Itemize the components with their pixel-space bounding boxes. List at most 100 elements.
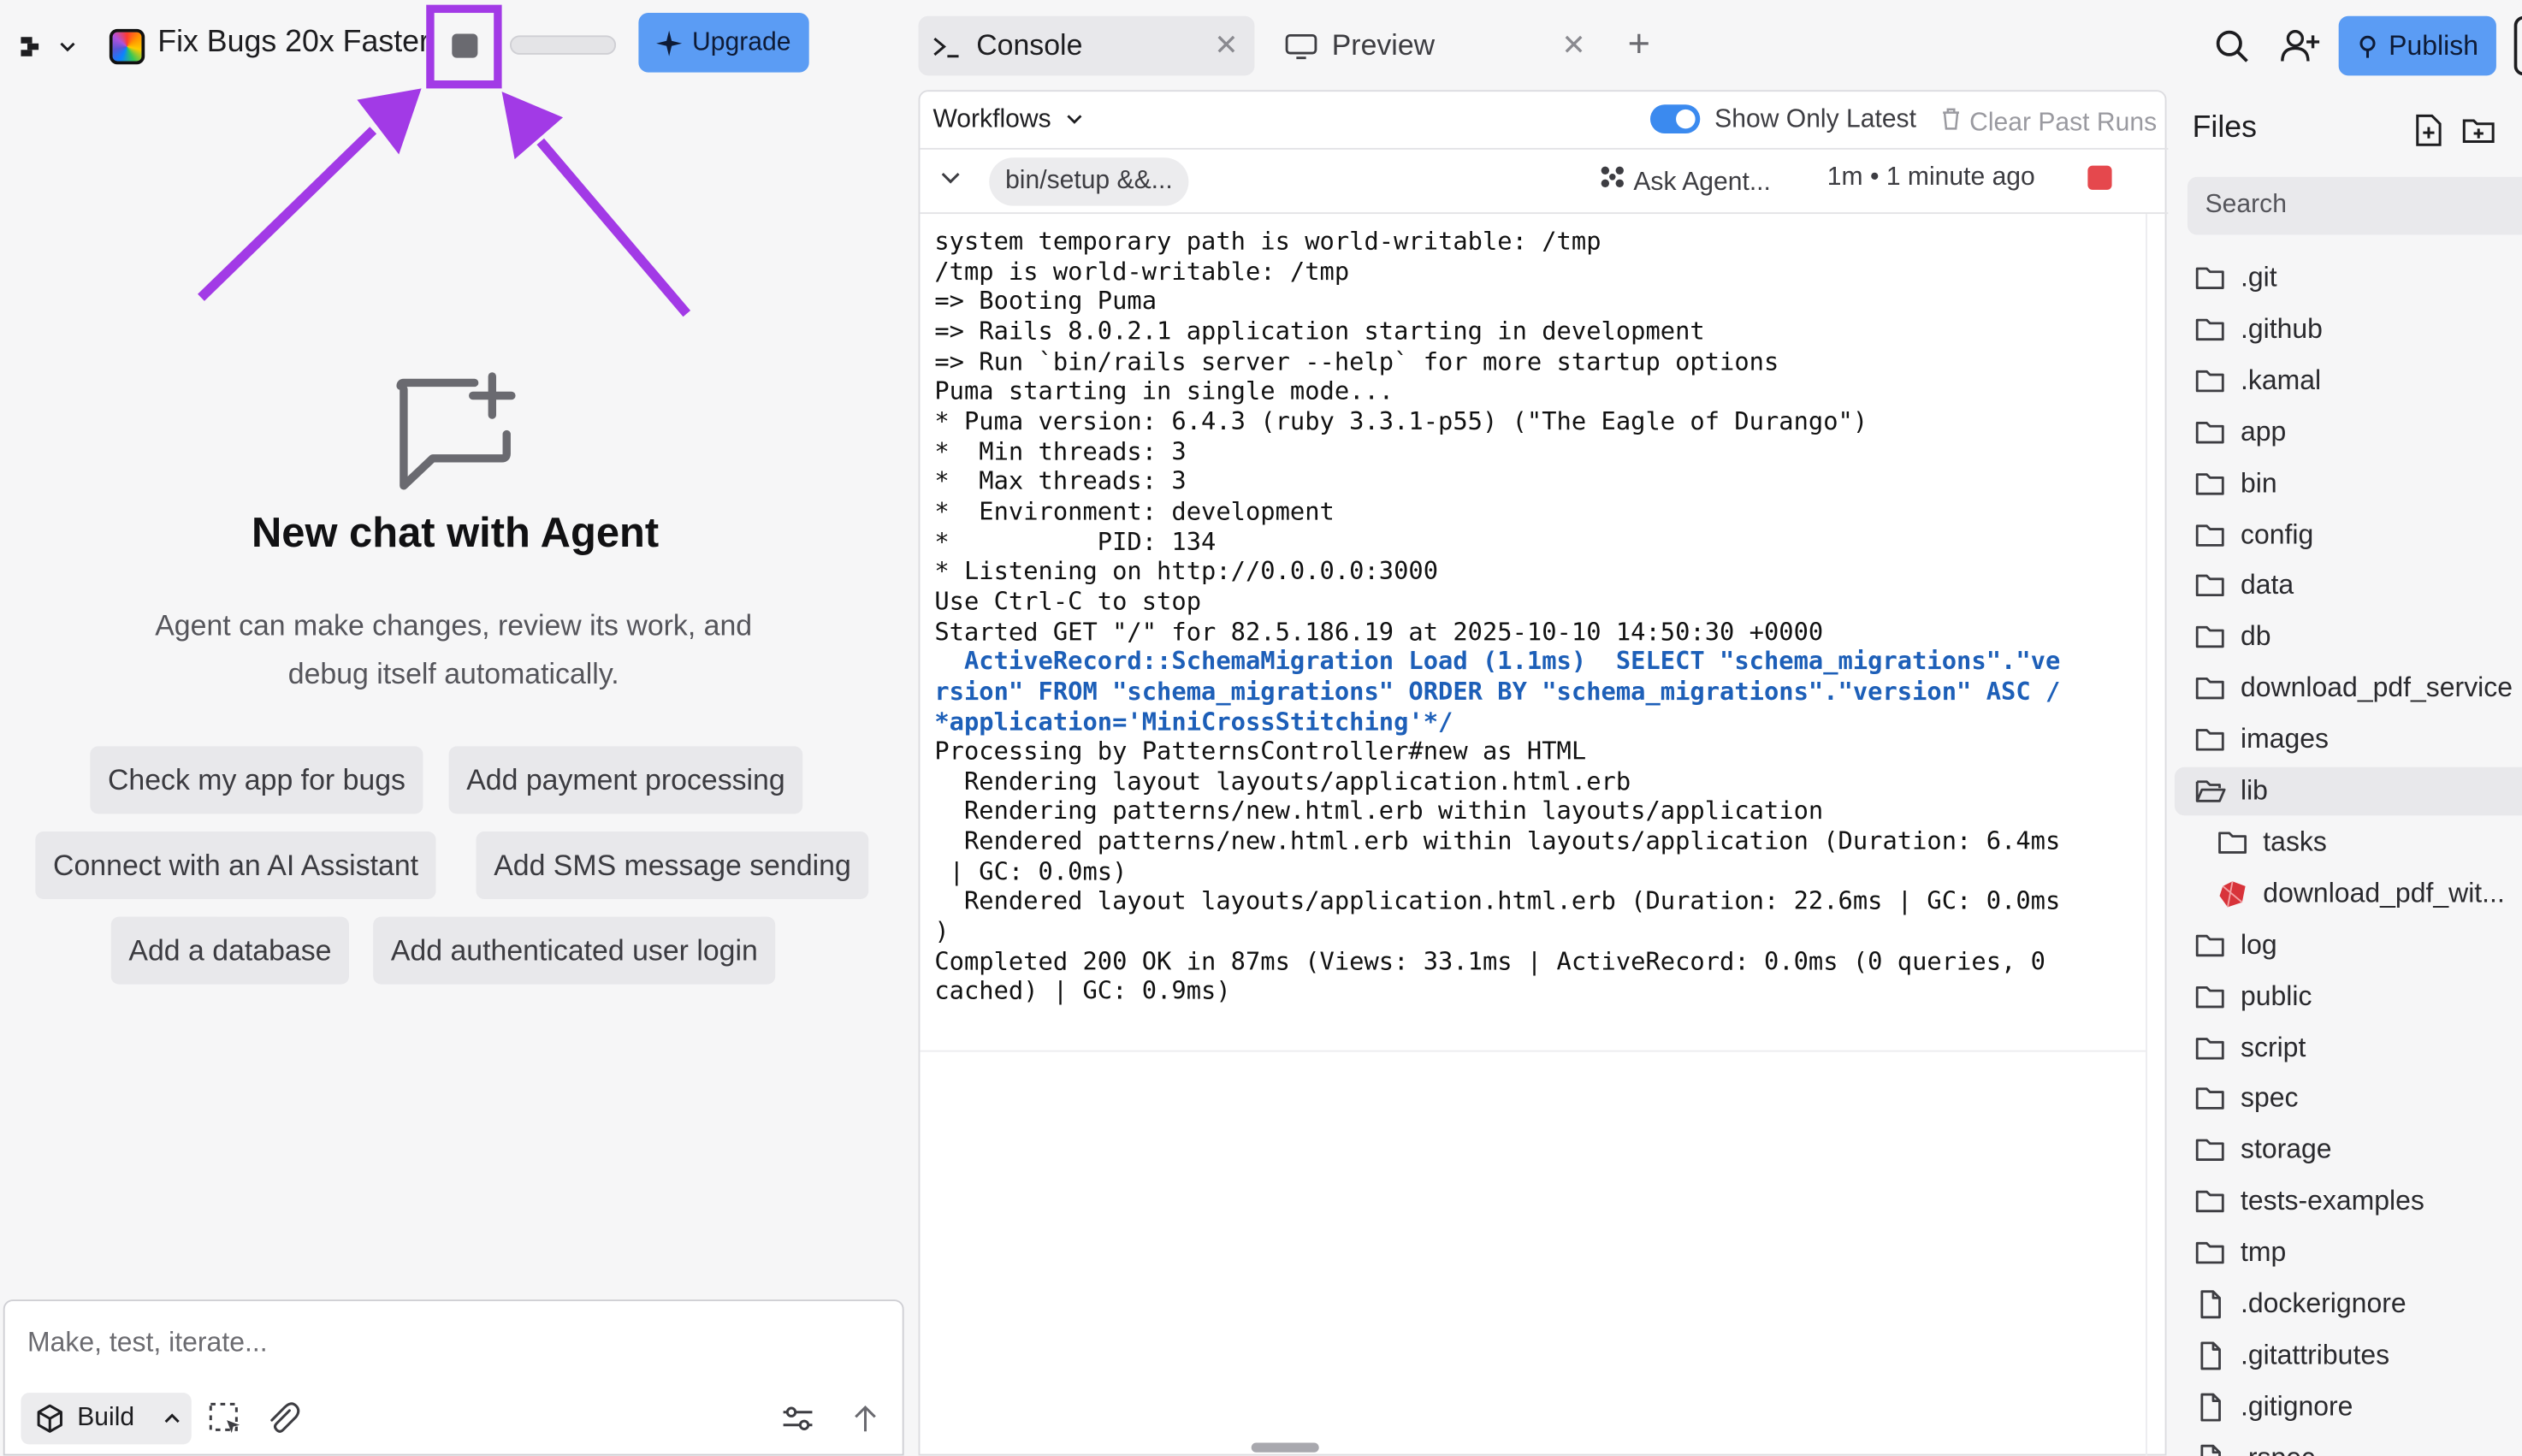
file-tree-file[interactable]: .gitignore [2193,1383,2353,1431]
file-tree-item-label: app [2240,416,2287,447]
chat-input[interactable]: Make, test, iterate... [27,1327,268,1359]
file-tree-item-label: db [2240,621,2271,652]
folder-icon [2218,832,2247,854]
suggestion-chip[interactable]: Add payment processing [448,746,803,814]
suggestion-chip[interactable]: Check my app for bugs [90,746,423,814]
file-tree-folder[interactable]: script [2193,1024,2306,1072]
file-tree-item-label: spec [2240,1083,2299,1114]
publish-icon [2359,34,2376,57]
workflows-label: Workflows [932,106,1051,134]
file-icon [2200,1290,2221,1319]
file-tree-folder[interactable]: app [2193,408,2286,456]
settings-sliders-icon[interactable] [777,1398,819,1440]
suggestion-chip[interactable]: Add SMS message sending [476,832,869,899]
log-line: * Listening on http://0.0.0.0:3000 [934,556,1439,586]
workflows-dropdown[interactable]: Workflows [932,106,1084,135]
chevron-down-icon[interactable] [939,166,962,188]
paperclip-icon[interactable] [262,1398,304,1440]
run-command[interactable]: bin/setup &&... [989,157,1189,206]
file-tree-folder[interactable]: .github [2193,305,2323,353]
ask-agent-button[interactable]: Ask Agent... [1599,164,1771,198]
file-tree-folder[interactable]: log [2193,921,2277,969]
file-icon [2200,1393,2221,1422]
tab-console[interactable]: Console ✕ [918,15,1255,76]
overflow-button[interactable] [2513,15,2522,76]
monitor-icon [1285,33,1317,59]
arrow-up-icon[interactable] [844,1398,886,1440]
app-root: Fix Bugs 20x Faster Upgrade New chat wit… [0,0,2522,1456]
chevron-down-icon [60,42,75,52]
folder-icon [2195,421,2224,443]
close-icon[interactable]: ✕ [1214,29,1238,62]
upgrade-label: Upgrade [692,27,791,56]
mode-selector-button[interactable]: Build [21,1393,192,1445]
file-icon [2200,1444,2221,1456]
add-user-icon[interactable] [2279,26,2321,68]
empty-state-description: Agent can make changes, review its work,… [155,609,753,690]
files-search-input[interactable]: Search [2187,176,2522,235]
clear-past-runs-label: Clear Past Runs [1969,109,2158,137]
log-line: | GC: 0.0ms) [934,856,1128,886]
file-tree-folder[interactable]: images [2193,716,2329,764]
file-tree-folder[interactable]: storage [2193,1127,2332,1175]
plus-icon[interactable]: + [1628,22,1650,68]
trash-icon [1943,108,1959,130]
app-icon [109,28,145,65]
folder-icon [2195,267,2224,289]
log-line: rsion" FROM "schema_migrations" ORDER BY… [934,677,2061,707]
stop-run-button[interactable] [2087,165,2112,190]
file-tree-folder[interactable]: tests-examples [2193,1178,2424,1226]
file-icon [2200,1341,2221,1370]
log-line: /tmp is world-writable: /tmp [934,257,1350,287]
replit-menu-button[interactable] [20,26,84,68]
folder-icon [2195,729,2224,751]
file-tree-folder[interactable]: download_pdf_service [2193,665,2513,713]
file-tree-folder[interactable]: bin [2193,459,2277,507]
search-icon[interactable] [2211,26,2253,68]
file-tree-item-label: download_pdf_service [2240,672,2513,703]
publish-button[interactable]: Publish [2338,15,2496,76]
clear-past-runs-button[interactable]: Clear Past Runs [1939,106,2157,139]
file-tree-file[interactable]: .dockerignore [2193,1281,2407,1329]
file-tree-folder[interactable]: .kamal [2193,357,2321,405]
suggestion-chip[interactable]: Add a database [110,916,350,985]
file-tree-file[interactable]: .rspec [2193,1434,2315,1456]
log-line: * Max threads: 3 [934,466,1187,496]
console-output: system temporary path is world-writable:… [934,227,2124,1007]
publish-label: Publish [2389,29,2478,61]
file-tree-file[interactable]: download_pdf_wit... [2217,870,2505,918]
folder-icon [2195,370,2224,392]
file-tree-folder[interactable]: lib [2174,766,2522,816]
file-tree-folder[interactable]: data [2193,562,2294,610]
show-only-latest-toggle[interactable] [1649,104,1701,134]
file-tree-file[interactable]: .gitattributes [2193,1332,2389,1380]
folder-icon [2195,626,2224,648]
mode-label: Build [77,1404,135,1432]
stop-icon[interactable] [452,33,478,58]
file-tree-folder[interactable]: tmp [2193,1229,2286,1277]
file-tree-folder[interactable]: .git [2193,254,2277,302]
file-tree-item-label: .git [2240,262,2277,293]
folder-icon [2195,1037,2224,1059]
log-line: ) [934,916,950,946]
select-element-icon[interactable] [204,1398,246,1440]
folder-icon [2195,472,2224,494]
file-tree-folder[interactable]: spec [2193,1075,2299,1123]
close-icon[interactable]: ✕ [1561,29,1585,62]
upgrade-button[interactable]: Upgrade [638,13,809,73]
file-tree-folder[interactable]: config [2193,511,2313,559]
file-tree-folder[interactable]: tasks [2217,819,2327,867]
log-line: Rendered layout layouts/application.html… [934,886,2061,916]
suggestion-chip[interactable]: Connect with an AI Assistant [35,832,436,899]
resize-handle[interactable] [1251,1442,1319,1453]
new-folder-icon[interactable] [2461,114,2496,146]
suggestion-chip[interactable]: Add authenticated user login [373,916,776,985]
console-scrollbar[interactable] [2146,214,2147,1456]
file-tree-folder[interactable]: db [2193,613,2271,661]
new-file-icon[interactable] [2412,113,2445,148]
tab-preview[interactable]: Preview ✕ [1270,16,1601,76]
file-tree-folder[interactable]: public [2193,973,2312,1021]
log-line: *application='MiniCrossStitching'*/ [934,707,1453,737]
file-tree-item-label: script [2240,1032,2306,1062]
app-title[interactable]: Fix Bugs 20x Faster [157,26,429,61]
